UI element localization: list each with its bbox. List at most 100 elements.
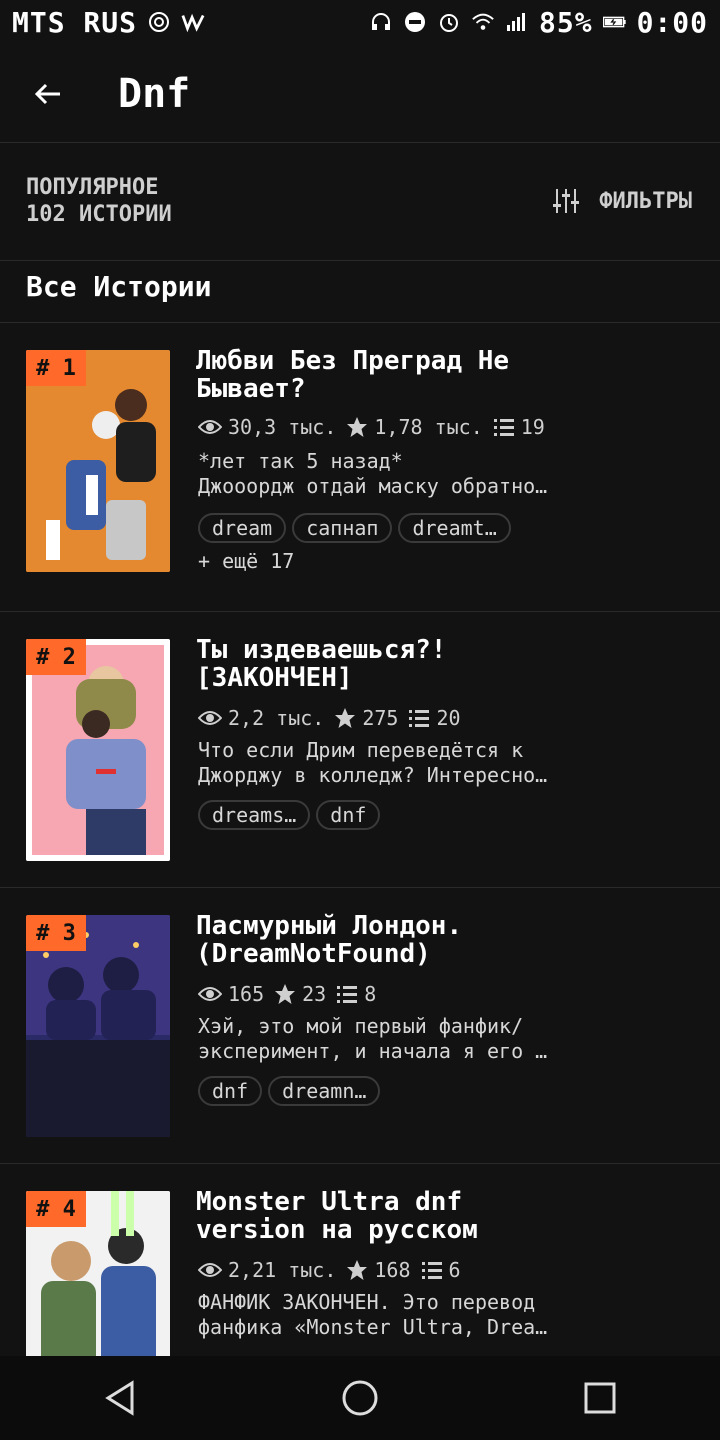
story-cover: # 2 [26,639,170,861]
nav-home-button[interactable] [330,1368,390,1428]
story-cover: # 3 [26,915,170,1137]
status-bar: MTS RUS 85% 0:00 [0,0,720,44]
votes-stat: 1,78 тыс. [346,415,483,439]
story-title[interactable]: Любви Без Преград Не Бывает? [196,347,696,403]
back-arrow-icon [34,83,60,105]
story-title-line: Пасмурный Лондон. [196,911,463,941]
votes-stat: 275 [334,706,398,730]
views-count: 30,3 тыс. [228,415,337,439]
alarm-icon [437,10,461,34]
parts-stat: 19 [493,415,545,439]
story-title[interactable]: Пасмурный Лондон. (DreamNotFound) [196,912,696,968]
eye-icon [198,711,222,725]
nav-recents-button[interactable] [570,1368,630,1428]
story-description: Хэй, это мой первый фанфик/ эксперимент,… [198,1014,698,1064]
rank-badge: # 1 [26,350,86,386]
views-stat: 30,3 тыс. [198,415,336,439]
star-icon [275,984,296,1004]
story-title-line: [ЗАКОНЧЕН] [196,663,353,693]
wattpad-icon [181,10,205,34]
sort-info: ПОПУЛЯРНОЕ 102 ИСТОРИИ [26,175,172,227]
section-title: Все Истории [26,270,212,303]
votes-stat: 168 [346,1258,411,1282]
views-stat: 165 [198,982,264,1006]
description-line: эксперимент, и начала я его … [198,1039,548,1063]
tag-list: dreams… dnf [198,800,381,830]
rank-badge: # 3 [26,915,86,951]
divider [0,142,720,143]
story-description: *лет так 5 назад* Джооордж отдай маску о… [198,449,698,499]
eye-icon [198,1263,222,1277]
system-nav-bar [0,1356,720,1440]
parts-stat: 20 [408,706,461,730]
tag-chip[interactable]: dnf [316,800,381,830]
story-title-line: Любви Без Преград Не [196,346,510,376]
list-icon [421,1262,442,1279]
description-line: Хэй, это мой первый фанфик/ [198,1014,524,1038]
tag-chip[interactable]: dream [198,513,287,543]
story-description: ФАНФИК ЗАКОНЧЕН. Это перевод фанфика «Mo… [198,1290,698,1340]
battery-percentage: 85% [538,5,593,39]
eye-icon [198,420,222,434]
parts-stat: 6 [421,1258,461,1282]
back-button[interactable] [28,74,68,114]
square-recents-icon [584,1382,616,1414]
wifi-icon [471,10,495,34]
description-line: фанфика «Monster Ultra, Drea… [198,1315,548,1339]
list-icon [409,710,430,727]
story-title[interactable]: Monster Ultra dnf version на русском [196,1188,696,1244]
circle-home-icon [342,1380,378,1416]
app-bar: Dnf [0,52,720,136]
sort-label: ПОПУЛЯРНОЕ [26,175,159,200]
story-item[interactable]: # 2 Ты издеваешься?! [ЗАКОНЧЕН] 2,2 тыс.… [0,611,720,887]
tag-chip[interactable]: dreamn… [268,1076,381,1106]
tag-list: dream сапнап dreamt… [198,513,511,543]
star-icon [347,417,368,437]
story-item[interactable]: # 1 Любви Без Преград Не Бывает? 30,3 ты… [0,322,720,598]
tag-chip[interactable]: dnf [198,1076,263,1106]
story-item[interactable]: # 3 Пасмурный Лондон. (DreamNotFound) 16… [0,887,720,1163]
star-icon [347,1260,368,1280]
votes-count: 23 [302,982,327,1006]
story-stats: 165 23 8 [198,982,376,1006]
description-line: Джооордж отдай маску обратно… [198,474,548,498]
parts-count: 8 [364,982,377,1006]
parts-stat: 8 [336,982,376,1006]
carrier-label: MTS RUS [12,5,138,39]
eye-icon [198,987,222,1001]
description-line: *лет так 5 назад* [198,449,403,473]
tag-chip[interactable]: dreamt… [398,513,511,543]
star-icon [335,708,356,728]
votes-count: 275 [362,706,399,730]
more-tags[interactable]: + ещё 17 [198,549,294,573]
description-line: ФАНФИК ЗАКОНЧЕН. Это перевод [198,1290,536,1314]
rank-badge: # 4 [26,1191,86,1227]
tag-list: dnf dreamn… [198,1076,381,1106]
story-cover: # 1 [26,350,170,572]
story-title[interactable]: Ты издеваешься?! [ЗАКОНЧЕН] [196,636,696,692]
dnd-icon [403,10,427,34]
list-icon [493,419,514,436]
story-stats: 2,2 тыс. 275 20 [198,706,461,730]
nav-back-button[interactable] [90,1368,150,1428]
story-stats: 2,21 тыс. 168 6 [198,1258,461,1282]
votes-count: 168 [374,1258,411,1282]
rank-badge: # 2 [26,639,86,675]
stories-count: 102 ИСТОРИИ [26,202,172,227]
parts-count: 19 [520,415,545,439]
votes-stat: 23 [274,982,326,1006]
story-title-line: Бывает? [196,374,306,404]
story-title-line: Ты издеваешься?! [196,635,447,665]
tag-chip[interactable]: dreams… [198,800,311,830]
story-description: Что если Дрим переведётся к Джорджу в ко… [198,738,698,788]
battery-icon [602,10,627,34]
parts-count: 20 [436,706,461,730]
story-title-line: version на русском [196,1215,478,1245]
views-stat: 2,21 тыс. [198,1258,336,1282]
tag-chip[interactable]: сапнап [292,513,393,543]
views-count: 2,21 тыс. [228,1258,337,1282]
description-line: Джорджу в колледж? Интересно… [198,763,548,787]
page-title: Dnf [118,71,191,117]
filters-label: ФИЛЬТРЫ [599,188,692,214]
filters-button[interactable]: ФИЛЬТРЫ [551,186,692,216]
